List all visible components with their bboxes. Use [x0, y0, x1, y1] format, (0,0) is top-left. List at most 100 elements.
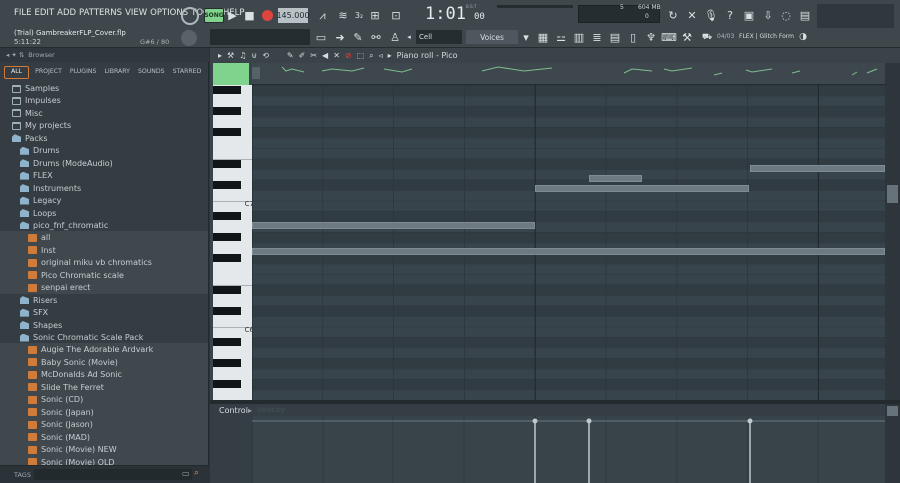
- piano-roll-tools-icon[interactable]: ⚒: [227, 51, 234, 60]
- microphone-icon[interactable]: 🎙: [703, 7, 719, 23]
- browser-item[interactable]: Impulses: [0, 94, 208, 107]
- black-key[interactable]: [213, 212, 241, 220]
- playlist-window-icon[interactable]: ➜: [332, 29, 348, 45]
- channel-rack-icon[interactable]: ▦: [535, 29, 551, 45]
- browser-item[interactable]: Inst: [0, 243, 208, 257]
- browser-item[interactable]: Sonic (MAD): [0, 430, 208, 444]
- browser-item[interactable]: Drums: [0, 144, 208, 157]
- tab-project[interactable]: PROJECT: [33, 66, 64, 79]
- menu-patterns[interactable]: PATTERNS: [79, 8, 122, 18]
- tab-sounds[interactable]: SOUNDS: [136, 66, 167, 79]
- stamp-icon[interactable]: ♙: [387, 29, 403, 45]
- play-icon[interactable]: ▶: [226, 8, 239, 23]
- mixer-icon[interactable]: ⚍: [553, 29, 569, 45]
- timeline-ruler[interactable]: [252, 63, 885, 85]
- event-vscroll[interactable]: [885, 404, 900, 483]
- tab-plugins[interactable]: PLUGINS: [68, 66, 99, 79]
- browser-item[interactable]: Risers: [0, 294, 208, 307]
- browser-item[interactable]: Sonic (Movie) NEW: [0, 443, 208, 457]
- piano-icon[interactable]: ▥: [571, 29, 587, 45]
- note[interactable]: [535, 184, 749, 192]
- piano-roll-preview-icon[interactable]: ♫: [239, 51, 246, 60]
- browser-item[interactable]: Drums (ModeAudio): [0, 157, 208, 170]
- black-key[interactable]: [213, 107, 241, 115]
- browser-item[interactable]: all: [0, 231, 208, 245]
- tab-all[interactable]: ALL: [4, 66, 30, 79]
- note[interactable]: [589, 175, 642, 183]
- piano-roll-speaker-icon[interactable]: ⟲: [262, 51, 269, 60]
- browser-item[interactable]: Samples: [0, 82, 208, 95]
- chat-icon[interactable]: ◌: [778, 7, 794, 23]
- piano-roll-vscroll[interactable]: [885, 63, 900, 400]
- control-label[interactable]: Control: [219, 406, 248, 415]
- folder-icon[interactable]: ▭: [182, 469, 190, 478]
- browser-item[interactable]: McDonalds Ad Sonic: [0, 368, 208, 382]
- mute-tool-icon[interactable]: ◀: [322, 51, 328, 60]
- brush-icon[interactable]: ✎: [350, 29, 366, 45]
- tags-field[interactable]: [34, 469, 192, 480]
- slice-tool-icon[interactable]: ⊘: [345, 51, 352, 60]
- wrench-icon[interactable]: ⚒: [679, 29, 695, 45]
- browser-item[interactable]: Baby Sonic (Movie): [0, 355, 208, 369]
- zoom-tool-icon[interactable]: ⌕: [369, 51, 373, 61]
- stop-icon[interactable]: ■: [243, 8, 256, 23]
- link-icon[interactable]: ⚯: [368, 29, 384, 45]
- piano-roll-magnet-icon[interactable]: ⊍: [251, 51, 257, 60]
- black-key[interactable]: [213, 180, 241, 189]
- tools-icon[interactable]: ✕: [684, 7, 700, 23]
- piano-keyboard[interactable]: C7 C6: [213, 85, 255, 400]
- browser-item[interactable]: Sonic (CD): [0, 393, 208, 407]
- master-pitch-slider[interactable]: [210, 29, 310, 45]
- note[interactable]: [750, 164, 885, 172]
- note[interactable]: [252, 247, 885, 255]
- plugin-icon[interactable]: ▤: [607, 29, 623, 45]
- black-key[interactable]: [213, 338, 241, 346]
- browser-item[interactable]: Instruments: [0, 182, 208, 195]
- browser-item[interactable]: Misc: [0, 107, 208, 120]
- hint-toggle-icon[interactable]: ◑: [796, 30, 810, 44]
- browser-item[interactable]: Legacy: [0, 194, 208, 207]
- store-icon[interactable]: ▣: [741, 7, 757, 23]
- loop-record-icon[interactable]: ⊡: [389, 7, 403, 24]
- piano-roll-menu-icon[interactable]: ▸: [218, 51, 222, 60]
- browser-item[interactable]: FLEX: [0, 169, 208, 182]
- countdown-icon[interactable]: 3₂: [352, 7, 366, 24]
- black-key[interactable]: [213, 233, 241, 241]
- search-icon[interactable]: ⌕: [194, 468, 199, 478]
- menu-view[interactable]: VIEW: [125, 8, 147, 18]
- slip-tool-icon[interactable]: ✕: [333, 51, 340, 60]
- tab-library[interactable]: LIBRARY: [102, 66, 131, 79]
- snap-select[interactable]: Cell: [416, 30, 462, 44]
- playback-tool-icon[interactable]: ◃: [379, 51, 383, 60]
- roll-play-icon[interactable]: ▸: [388, 51, 392, 60]
- plugin-picker-icon[interactable]: ♆: [643, 29, 659, 45]
- touch-keyboard-icon[interactable]: ⌨: [661, 29, 677, 45]
- master-volume-knob[interactable]: [181, 30, 197, 46]
- vscroll-thumb[interactable]: [887, 185, 898, 203]
- tab-starred[interactable]: STARRED: [171, 66, 204, 79]
- piano-roll-window-icon[interactable]: ▭: [313, 29, 329, 45]
- black-key[interactable]: [213, 380, 241, 388]
- browser-item[interactable]: senpai erect: [0, 281, 208, 295]
- black-key[interactable]: [213, 128, 241, 136]
- browser-item[interactable]: pico_fnf_chromatic: [0, 219, 208, 232]
- browser-item[interactable]: My projects: [0, 119, 208, 132]
- song-position-slider[interactable]: [497, 5, 573, 8]
- note-grid[interactable]: [252, 85, 885, 400]
- song-mode-button[interactable]: SONG: [204, 8, 224, 23]
- black-key[interactable]: [213, 285, 241, 294]
- black-key[interactable]: [213, 254, 241, 262]
- draw-tool-icon[interactable]: ✎: [287, 51, 294, 60]
- control-param[interactable]: Velocity: [257, 406, 284, 414]
- menu-edit[interactable]: EDIT: [35, 8, 55, 18]
- mixer-faders-icon[interactable]: ≣: [589, 29, 605, 45]
- note[interactable]: [252, 221, 535, 229]
- snap-magnet-icon[interactable]: ◂: [403, 30, 415, 44]
- delete-tool-icon[interactable]: ✂: [310, 51, 317, 60]
- menu-add[interactable]: ADD: [57, 8, 76, 18]
- blend-notes-icon[interactable]: ⊞: [368, 7, 382, 24]
- help-icon[interactable]: ?: [722, 7, 738, 23]
- browser-item[interactable]: Pico Chromatic scale: [0, 268, 208, 282]
- voices-button[interactable]: Voices: [466, 30, 518, 44]
- menu-file[interactable]: FILE: [14, 8, 32, 18]
